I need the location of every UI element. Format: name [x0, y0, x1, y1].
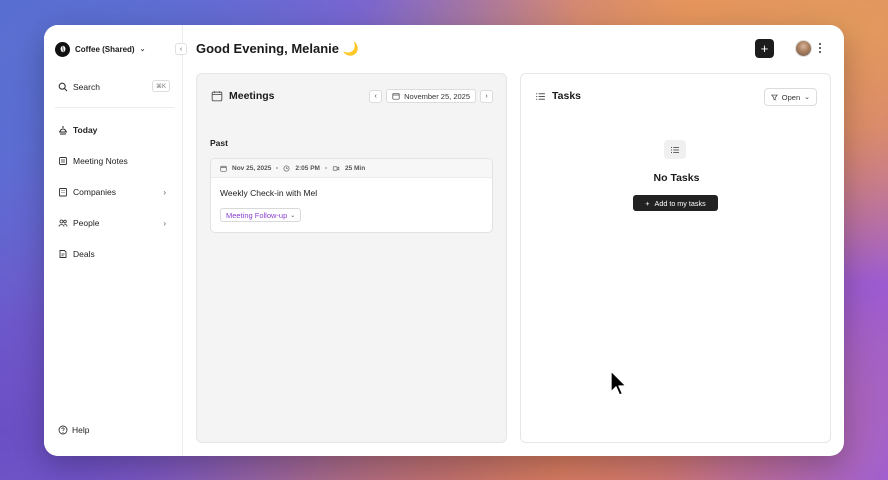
search-icon [58, 82, 68, 92]
calendar-icon [211, 90, 223, 102]
meeting-card[interactable]: Nov 25, 2025 2:05 PM 25 Min Weekly Check… [210, 158, 493, 233]
help-label: Help [72, 425, 90, 435]
mouse-pointer-icon [610, 370, 627, 396]
more-options-button[interactable] [816, 41, 824, 55]
separator-dot [324, 167, 327, 169]
building-icon [58, 187, 68, 197]
empty-state-title: No Tasks [653, 172, 700, 184]
avatar[interactable] [795, 40, 812, 57]
meeting-meta: Nov 25, 2025 2:05 PM 25 Min [211, 159, 492, 178]
tasks-panel: Tasks Open ⌄ No Tasks + Add to my tasks [520, 73, 831, 443]
meeting-tag-dropdown[interactable]: Meeting Follow-up ⌄ [220, 208, 302, 222]
page-title: Good Evening, Melanie 🌙 [196, 41, 359, 56]
sidebar-item-meeting-notes[interactable]: Meeting Notes [58, 154, 168, 168]
filter-label: Open [781, 92, 801, 102]
people-icon [58, 218, 68, 228]
tasks-header: Tasks [535, 90, 581, 102]
meeting-duration: 25 Min [344, 164, 366, 172]
sidebar-item-people[interactable]: People › [58, 216, 168, 230]
sunrise-icon [58, 125, 68, 135]
search-label: Search [73, 82, 100, 92]
collapse-sidebar-button[interactable]: ‹ [175, 43, 187, 55]
deals-icon [58, 249, 68, 259]
workspace-switcher[interactable]: Coffee (Shared) ⌄ [55, 41, 145, 57]
help-button[interactable]: Help [58, 425, 89, 435]
chevron-left-icon: ‹ [179, 45, 183, 53]
sidebar-item-label: People [73, 218, 100, 228]
chevron-right-icon: › [163, 218, 166, 228]
chevron-right-icon: › [163, 187, 166, 197]
list-icon [535, 91, 546, 102]
coffee-bean-icon [55, 41, 70, 57]
search-shortcut: ⌘K [151, 80, 170, 92]
meetings-title: Meetings [229, 90, 275, 102]
meetings-header: Meetings [211, 90, 275, 102]
chevron-down-icon: ⌄ [139, 46, 146, 53]
dot [819, 43, 821, 45]
notes-icon [58, 156, 68, 166]
filter-icon [770, 94, 778, 101]
sidebar-item-today[interactable]: Today [58, 123, 168, 137]
sidebar-item-label: Meeting Notes [73, 156, 128, 166]
task-filter-dropdown[interactable]: Open ⌄ [763, 88, 817, 106]
chevron-left-icon: ‹ [374, 92, 377, 100]
tasks-title: Tasks [552, 90, 581, 102]
meeting-date: Nov 25, 2025 [232, 164, 272, 172]
app-window: Coffee (Shared) ⌄ Search ⌘K Today Meetin… [44, 25, 844, 456]
section-label-past: Past [210, 138, 228, 148]
dot [819, 47, 821, 49]
calendar-icon [392, 92, 400, 100]
next-day-button[interactable]: › [480, 89, 493, 103]
sidebar-item-deals[interactable]: Deals [58, 247, 168, 261]
selected-date: November 25, 2025 [404, 91, 470, 101]
separator-dot [276, 167, 279, 169]
date-navigator: ‹ November 25, 2025 › [369, 89, 493, 103]
sidebar-item-label: Deals [73, 249, 95, 259]
sidebar-item-label: Companies [73, 187, 116, 197]
search-button[interactable]: Search ⌘K [58, 80, 170, 94]
sidebar-item-companies[interactable]: Companies › [58, 185, 168, 199]
meeting-time: 2:05 PM [295, 164, 320, 172]
meeting-tag-label: Meeting Follow-up [226, 210, 288, 220]
sidebar-divider [55, 107, 174, 108]
date-picker-button[interactable]: November 25, 2025 [386, 89, 476, 103]
sidebar-item-label: Today [73, 125, 98, 135]
help-icon [58, 425, 68, 435]
meetings-panel: Meetings ‹ November 25, 2025 › Past Nov … [196, 73, 507, 443]
sidebar: Coffee (Shared) ⌄ Search ⌘K Today Meetin… [44, 25, 183, 456]
create-new-button[interactable]: + [755, 39, 774, 58]
dot [819, 51, 821, 53]
list-icon [664, 140, 686, 159]
chevron-down-icon: ⌄ [290, 212, 296, 219]
video-icon [332, 165, 340, 172]
add-task-button[interactable]: + Add to my tasks [633, 195, 718, 211]
calendar-icon [220, 165, 227, 172]
previous-day-button[interactable]: ‹ [369, 89, 383, 103]
chevron-right-icon: › [485, 92, 488, 100]
meeting-title: Weekly Check-in with Mel [220, 188, 318, 198]
workspace-name: Coffee (Shared) [75, 44, 135, 54]
add-task-label: Add to my tasks [654, 198, 706, 208]
clock-icon [283, 164, 290, 172]
plus-icon: + [760, 41, 769, 56]
plus-icon: + [645, 198, 650, 208]
chevron-down-icon: ⌄ [804, 94, 810, 101]
